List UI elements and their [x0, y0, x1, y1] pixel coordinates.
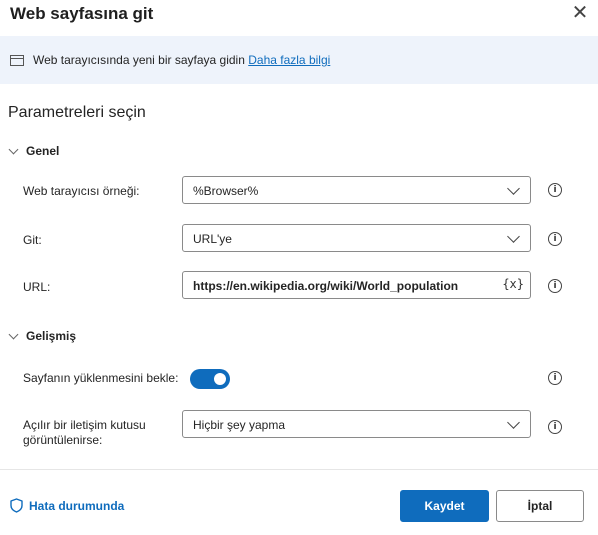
browser-instance-value: %Browser% [193, 184, 259, 198]
navigate-dropdown[interactable]: URL'ye [182, 224, 531, 252]
chevron-down-icon [507, 182, 520, 195]
dialog-appears-dropdown[interactable]: Hiçbir şey yapma [182, 410, 531, 438]
dialog-appears-label: Açılır bir iletişim kutusu görüntülenirs… [23, 418, 146, 448]
chevron-down-icon [507, 230, 520, 243]
group-advanced-header[interactable]: Gelişmiş [8, 329, 76, 343]
cancel-button[interactable]: İptal [496, 490, 584, 522]
group-general-label: Genel [26, 144, 60, 158]
section-title: Parametreleri seçin [8, 104, 146, 121]
dialog-title: Web sayfasına git [10, 4, 154, 23]
save-button[interactable]: Kaydet [400, 490, 489, 522]
navigate-label: Git: [23, 233, 42, 247]
url-input[interactable]: https://en.wikipedia.org/wiki/World_popu… [182, 271, 531, 299]
info-icon[interactable]: i [548, 279, 562, 293]
on-error-label: Hata durumunda [29, 498, 125, 513]
group-general-header[interactable]: Genel [8, 144, 59, 158]
learn-more-link[interactable]: Daha fazla bilgi [248, 53, 330, 67]
info-icon[interactable]: i [548, 232, 562, 246]
footer-divider [0, 469, 598, 470]
dialog-appears-label-line2: görüntülenirse: [23, 433, 103, 447]
wait-load-toggle[interactable] [190, 369, 230, 389]
chevron-down-icon [8, 144, 19, 154]
group-advanced-label: Gelişmiş [26, 329, 77, 343]
banner-text-row: Web tarayıcısında yeni bir sayfaya gidin… [33, 53, 330, 67]
url-value: https://en.wikipedia.org/wiki/World_popu… [193, 279, 459, 293]
toggle-knob [214, 373, 226, 385]
variable-picker-button[interactable]: {x} [502, 277, 524, 291]
info-icon[interactable]: i [548, 183, 562, 197]
info-icon[interactable]: i [548, 420, 562, 434]
chevron-down-icon [8, 329, 19, 339]
info-icon[interactable]: i [548, 371, 562, 385]
on-error-link[interactable]: Hata durumunda [10, 498, 124, 513]
banner-text: Web tarayıcısında yeni bir sayfaya gidin [33, 53, 245, 67]
dialog-appears-label-line1: Açılır bir iletişim kutusu [23, 418, 146, 432]
url-label: URL: [23, 280, 51, 294]
navigate-value: URL'ye [193, 232, 232, 246]
browser-window-icon [10, 55, 24, 66]
chevron-down-icon [507, 416, 520, 429]
wait-load-label: Sayfanın yüklenmesini bekle: [23, 371, 179, 385]
shield-icon [10, 498, 23, 513]
close-icon[interactable]: ✕ [570, 3, 590, 23]
dialog-appears-value: Hiçbir şey yapma [193, 418, 286, 432]
browser-instance-label: Web tarayıcısı örneği: [23, 184, 140, 198]
info-banner: Web tarayıcısında yeni bir sayfaya gidin… [0, 36, 598, 84]
browser-instance-dropdown[interactable]: %Browser% [182, 176, 531, 204]
